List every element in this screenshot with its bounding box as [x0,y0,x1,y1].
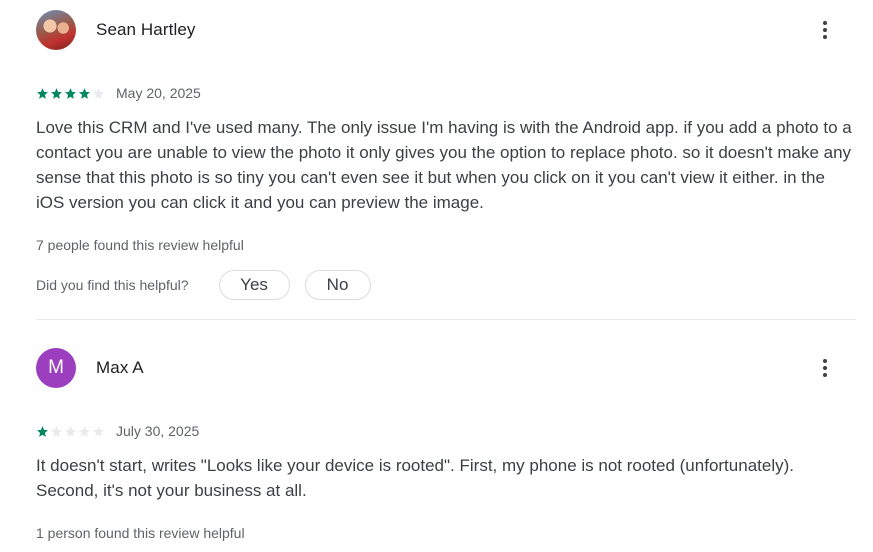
reviewer-name: Max A [96,358,144,377]
star-empty-icon [79,425,90,437]
avatar: M [36,348,76,388]
reviewer-name: Sean Hartley [96,20,196,39]
review-text: Love this CRM and I've used many. The on… [36,118,852,212]
more-vert-icon [823,359,827,377]
star-rating [36,87,105,100]
more-vert-icon [823,21,827,39]
star-filled-icon [37,425,48,437]
review-header: M Max A [36,348,144,388]
no-button[interactable]: No [304,270,371,300]
more-options-button[interactable] [813,356,837,380]
review-header: Sean Hartley [36,10,195,50]
star-empty-icon [93,425,104,437]
more-options-button[interactable] [813,18,837,42]
review-text: It doesn't start, writes "Looks like you… [36,456,794,500]
divider [36,319,856,320]
review-date: May 20, 2025 [116,85,201,101]
avatar [36,10,76,50]
star-filled-icon [79,87,90,99]
star-filled-icon [37,87,48,99]
star-empty-icon [93,87,104,99]
star-empty-icon [65,425,76,437]
star-filled-icon [51,87,62,99]
star-filled-icon [65,87,76,99]
yes-button[interactable]: Yes [218,270,290,300]
helpful-count: 7 people found this review helpful [36,237,244,253]
review-date: July 30, 2025 [116,423,200,439]
star-rating [36,425,105,438]
helpful-count: 1 person found this review helpful [36,525,245,541]
rating-row: July 30, 2025 [36,423,199,439]
rating-row: May 20, 2025 [36,85,201,101]
helpful-prompt: Did you find this helpful? Yes No [36,270,371,300]
helpful-question: Did you find this helpful? [36,277,189,293]
star-empty-icon [51,425,62,437]
